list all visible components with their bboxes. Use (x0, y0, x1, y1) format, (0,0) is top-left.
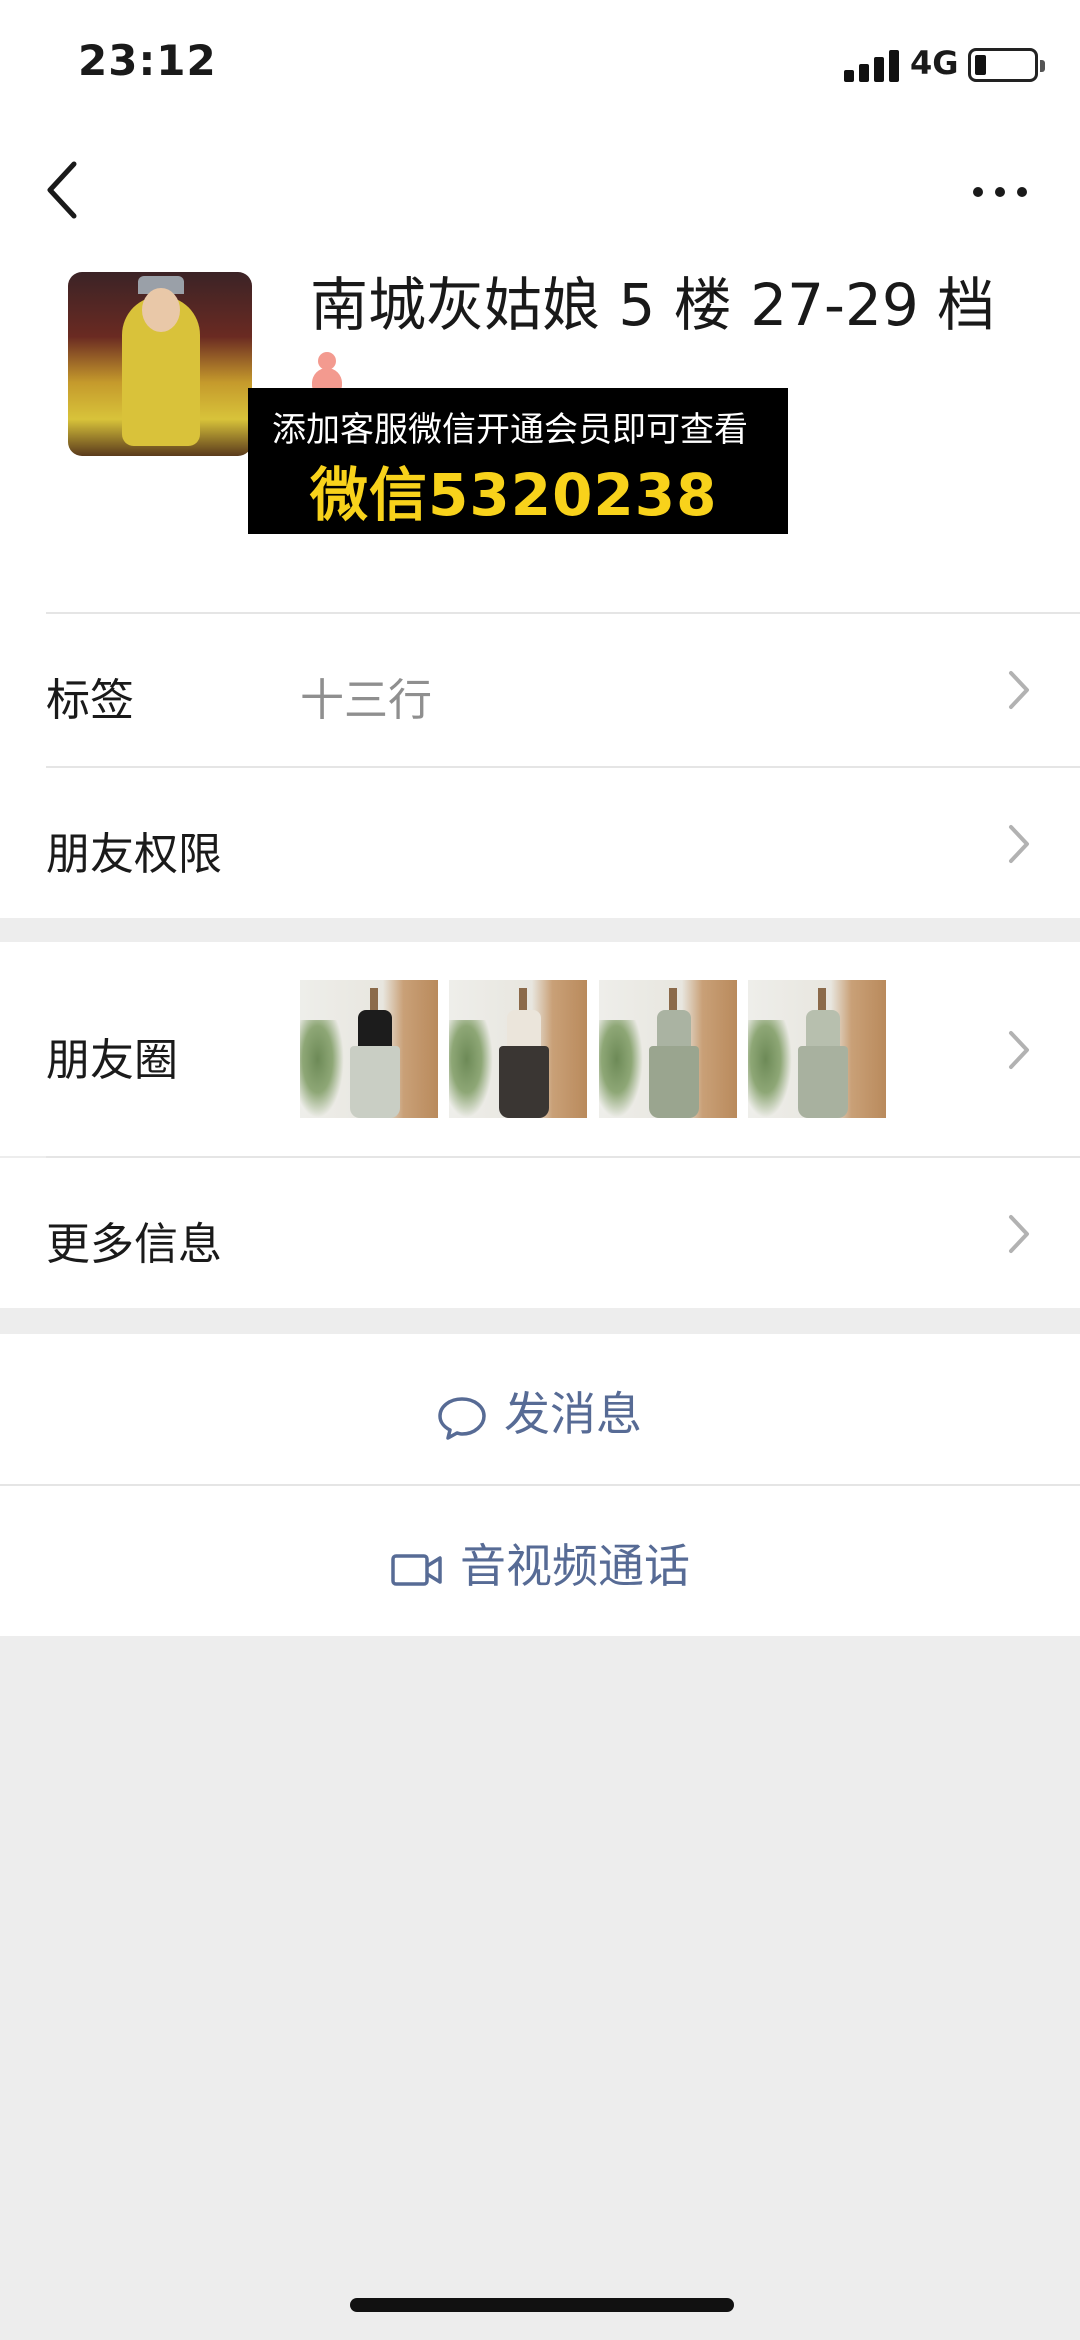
row-permissions[interactable]: 朋友权限 (0, 768, 1080, 918)
signal-icon (844, 48, 900, 82)
chevron-left-icon (47, 161, 77, 219)
status-time: 23:12 (78, 36, 217, 85)
send-message-label: 发消息 (504, 1387, 642, 1441)
moments-thumbnail[interactable] (599, 980, 737, 1118)
video-call-label: 音视频通话 (460, 1539, 690, 1593)
chevron-right-icon (1009, 825, 1029, 863)
video-camera-icon (391, 1553, 442, 1586)
avatar[interactable] (68, 272, 252, 456)
status-bar: 23:12 4G (0, 0, 1080, 130)
home-indicator[interactable] (350, 2298, 734, 2312)
battery-icon (968, 48, 1045, 82)
moments-thumbnail[interactable] (748, 980, 886, 1118)
moments-thumbnail[interactable] (449, 980, 587, 1118)
back-button[interactable] (36, 150, 96, 230)
row-more-info-label: 更多信息 (46, 1219, 222, 1270)
send-message-button[interactable]: 发消息 (0, 1334, 1080, 1484)
female-icon (310, 352, 344, 392)
watermark-text: 添加客服微信开通会员即可查看 (272, 410, 748, 450)
row-permissions-label: 朋友权限 (46, 829, 222, 880)
network-type: 4G (910, 44, 959, 82)
more-button[interactable] (960, 162, 1040, 222)
chevron-right-icon (1009, 1031, 1029, 1069)
row-moments-label: 朋友圈 (46, 1035, 178, 1086)
row-tags-label: 标签 (46, 675, 134, 726)
chat-bubble-icon (438, 1396, 486, 1440)
profile-name: 南城灰姑娘 5 楼 27-29 档 (310, 271, 996, 339)
row-tags[interactable]: 标签 十三行 (0, 614, 1080, 766)
chevron-right-icon (1009, 671, 1029, 709)
chevron-right-icon (1009, 1215, 1029, 1253)
watermark-wechat-id: 微信5320238 (310, 461, 718, 529)
battery-level (975, 55, 986, 75)
watermark-banner: 添加客服微信开通会员即可查看 微信5320238 (248, 388, 788, 534)
row-more-info[interactable]: 更多信息 (0, 1158, 1080, 1308)
row-tags-value: 十三行 (300, 675, 432, 726)
moments-thumbnail[interactable] (300, 980, 438, 1118)
video-call-button[interactable]: 音视频通话 (0, 1486, 1080, 1636)
ellipsis-icon (973, 187, 1027, 197)
